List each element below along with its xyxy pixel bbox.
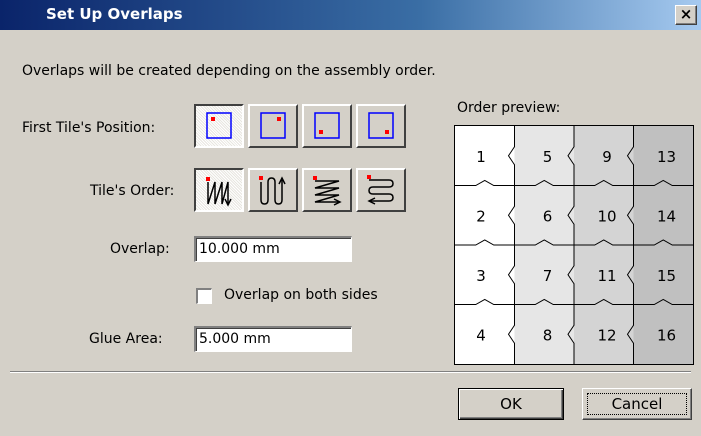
- cancel-button[interactable]: Cancel: [582, 388, 692, 420]
- overlap-input[interactable]: 10.000 mm: [194, 236, 352, 262]
- first-tile-position-label: First Tile's Position:: [22, 120, 156, 136]
- close-button[interactable]: ×: [675, 5, 697, 25]
- top-left-position-icon: [206, 112, 232, 139]
- tile-number: 8: [543, 327, 553, 345]
- close-icon: ×: [679, 5, 693, 23]
- position-bottom-right-button[interactable]: [356, 104, 406, 148]
- columns-snake-order-icon: [259, 176, 286, 205]
- tile-number: 13: [657, 148, 676, 166]
- columns-zigzag-order-icon: [206, 177, 232, 207]
- top-right-position-icon: [260, 112, 286, 139]
- tile-number: 15: [657, 267, 676, 285]
- title-bar: Set Up Overlaps ×: [0, 0, 701, 30]
- order-preview: 1 2 3 4 5 6 7 8 9 10 11 12 13 14 15 16: [454, 125, 694, 365]
- overlap-both-sides-checkbox[interactable]: [196, 288, 212, 304]
- position-top-left-button[interactable]: [194, 104, 244, 148]
- order-columns-snake-button[interactable]: [248, 168, 298, 212]
- tile-number: 14: [657, 208, 676, 226]
- tile-number: 7: [543, 267, 553, 285]
- bottom-left-position-icon: [314, 112, 340, 139]
- order-rows-zigzag-button[interactable]: [302, 168, 352, 212]
- rows-snake-order-icon: [367, 175, 394, 205]
- tile-number: 12: [597, 327, 616, 345]
- position-top-right-button[interactable]: [248, 104, 298, 148]
- tile-number: 5: [543, 148, 553, 166]
- order-preview-label: Order preview:: [457, 100, 561, 116]
- ok-button-label: OK: [500, 395, 522, 413]
- tile-number: 9: [602, 148, 612, 166]
- order-rows-snake-button[interactable]: [356, 168, 406, 212]
- tile-number: 2: [476, 208, 486, 226]
- tile-number: 6: [543, 208, 553, 226]
- description-text: Overlaps will be created depending on th…: [22, 63, 436, 79]
- tile-number: 1: [476, 148, 486, 166]
- tile-number: 16: [657, 327, 676, 345]
- order-preview-grid: 12345678910111213141516: [455, 126, 693, 364]
- tile-number: 4: [476, 327, 486, 345]
- glue-area-label: Glue Area:: [89, 331, 163, 347]
- separator: [10, 371, 691, 373]
- order-columns-zigzag-button[interactable]: [194, 168, 244, 212]
- tiles-order-label: Tile's Order:: [90, 183, 175, 199]
- window-title: Set Up Overlaps: [46, 5, 183, 23]
- bottom-right-position-icon: [368, 112, 394, 139]
- cancel-button-label: Cancel: [611, 395, 663, 413]
- tile-number: 3: [476, 267, 486, 285]
- tile-number: 11: [597, 267, 616, 285]
- overlap-both-sides-label[interactable]: Overlap on both sides: [224, 287, 378, 303]
- position-bottom-left-button[interactable]: [302, 104, 352, 148]
- overlap-label: Overlap:: [110, 241, 170, 257]
- ok-button[interactable]: OK: [458, 388, 564, 420]
- rows-zigzag-order-icon: [313, 176, 342, 206]
- tile-number: 10: [597, 208, 616, 226]
- glue-area-input[interactable]: 5.000 mm: [194, 326, 352, 352]
